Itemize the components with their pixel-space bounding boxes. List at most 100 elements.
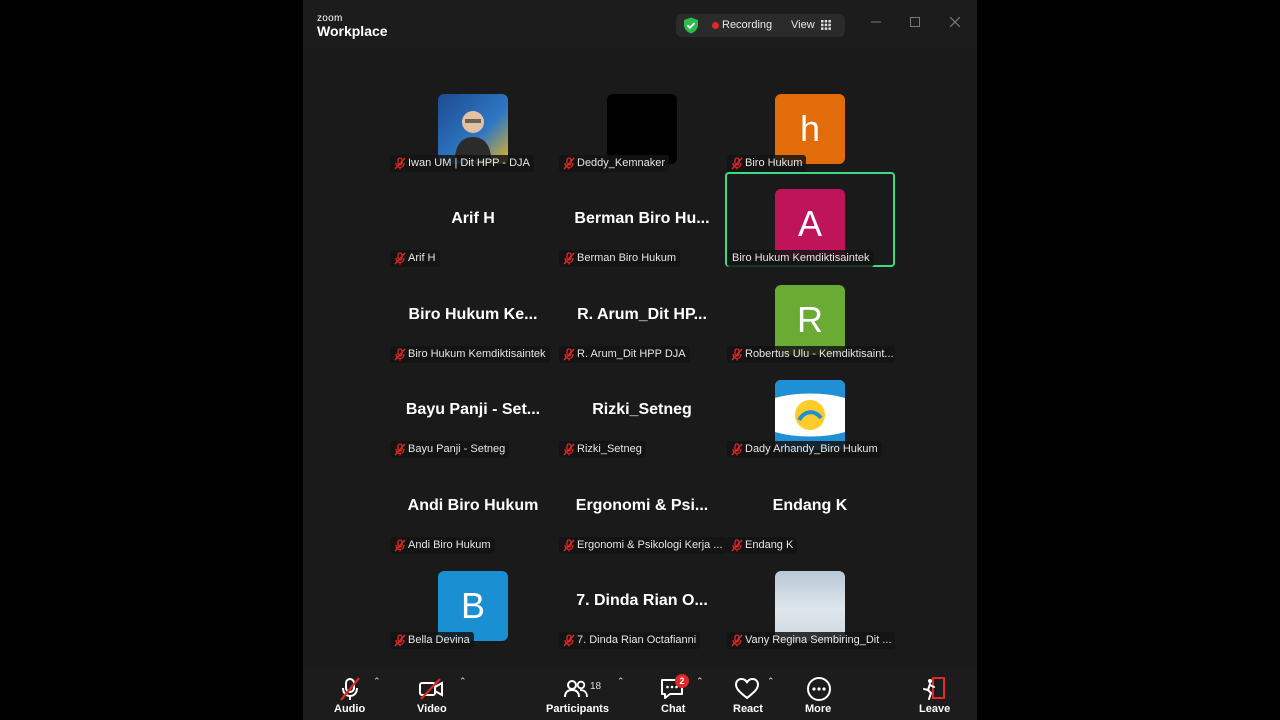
- chat-button[interactable]: 2 Chat: [657, 674, 693, 718]
- participant-name-label: Endang K: [727, 537, 798, 554]
- participant-tile[interactable]: h Biro Hukum: [725, 77, 895, 172]
- video-label: Video: [417, 703, 447, 715]
- participants-label: Participants: [546, 703, 609, 715]
- participant-name: Andi Biro Hukum: [408, 539, 491, 551]
- title-bar: zoom Workplace Recording View: [303, 0, 977, 47]
- leave-button[interactable]: Leave: [917, 674, 951, 718]
- shield-check-icon[interactable]: [683, 17, 699, 34]
- participant-name-label: Iwan UM | Dit HPP - DJA: [390, 155, 534, 172]
- participant-tile[interactable]: A Biro Hukum Kemdiktisaintek: [725, 172, 895, 267]
- participant-tile[interactable]: Dady Arhandy_Biro Hukum: [725, 363, 895, 458]
- participant-name-label: Biro Hukum Kemdiktisaintek: [390, 346, 550, 363]
- participant-photo: [438, 94, 508, 164]
- participant-name-label: Robertus Ulu - Kemdiktisaint...: [727, 346, 895, 363]
- audio-options-caret-icon[interactable]: ⌃: [373, 676, 381, 687]
- microphone-muted-icon: [394, 634, 406, 647]
- participant-tile[interactable]: R Robertus Ulu - Kemdiktisaint...: [725, 268, 895, 363]
- participant-name-label: Biro Hukum Kemdiktisaintek: [727, 250, 874, 267]
- participant-tile[interactable]: Vany Regina Sembiring_Dit ...: [725, 554, 895, 649]
- more-button[interactable]: More: [803, 674, 837, 718]
- microphone-muted-icon: [563, 443, 575, 456]
- grid-icon[interactable]: [821, 20, 831, 30]
- participant-display-name: 7. Dinda Rian O...: [576, 592, 708, 609]
- participant-tile[interactable]: Rizki_Setneg Rizki_Setneg: [557, 363, 727, 458]
- participant-name-label: Vany Regina Sembiring_Dit ...: [727, 632, 895, 649]
- meeting-toolbar: Audio ⌃ Video ⌃ 18 Participants ⌃ 2 Chat…: [303, 668, 977, 720]
- leave-label: Leave: [919, 703, 951, 715]
- participant-tile[interactable]: Biro Hukum Ke... Biro Hukum Kemdiktisaint…: [388, 268, 558, 363]
- participant-name-label: 7. Dinda Rian Octafianni: [559, 632, 701, 649]
- view-button[interactable]: View: [791, 19, 815, 31]
- video-options-caret-icon[interactable]: ⌃: [459, 676, 467, 687]
- participants-count: 18: [590, 681, 602, 692]
- participant-name: Vany Regina Sembiring_Dit ...: [745, 634, 892, 646]
- close-button[interactable]: [944, 12, 966, 34]
- participant-avatar: h: [775, 94, 845, 164]
- participant-name-label: Bella Devina: [390, 632, 474, 649]
- participant-name-label: Dady Arhandy_Biro Hukum: [727, 441, 882, 458]
- participant-name-label: Ergonomi & Psikologi Kerja ...: [559, 537, 727, 554]
- participant-display-name: Biro Hukum Ke...: [408, 306, 538, 323]
- participant-tile[interactable]: Ergonomi & Psi... Ergonomi & Psikologi Ke…: [557, 459, 727, 554]
- participant-display-name: Arif H: [451, 210, 495, 227]
- participant-name: Berman Biro Hukum: [577, 252, 677, 264]
- participant-tile[interactable]: B Bella Devina: [388, 554, 558, 649]
- participant-name: Biro Hukum: [745, 157, 803, 169]
- participant-tile[interactable]: Berman Biro Hu... Berman Biro Hukum: [557, 172, 727, 267]
- participant-name-label: Deddy_Kemnaker: [559, 155, 670, 172]
- participant-tile[interactable]: R. Arum_Dit HP... R. Arum_Dit HPP DJA: [557, 268, 727, 363]
- minimize-button[interactable]: [865, 12, 887, 34]
- participant-display-name: Andi Biro Hukum: [407, 497, 539, 514]
- audio-button[interactable]: Audio: [331, 674, 371, 718]
- participant-logo: [775, 380, 845, 450]
- participant-name: Bayu Panji - Setneg: [408, 443, 506, 455]
- participant-name-label: R. Arum_Dit HPP DJA: [559, 346, 690, 363]
- recording-dot-icon: [712, 22, 719, 29]
- participant-tile[interactable]: Andi Biro Hukum Andi Biro Hukum: [388, 459, 558, 554]
- participant-display-name: R. Arum_Dit HP...: [577, 306, 707, 323]
- participant-display-name: Berman Biro Hu...: [574, 210, 710, 227]
- participant-tile[interactable]: Deddy_Kemnaker: [557, 77, 727, 172]
- participant-name-label: Bayu Panji - Setneg: [390, 441, 510, 458]
- chat-unread-badge: 2: [675, 674, 689, 688]
- meeting-status-pill: Recording View: [676, 14, 845, 37]
- react-options-caret-icon[interactable]: ⌃: [767, 676, 775, 687]
- recording-label[interactable]: Recording: [722, 19, 772, 31]
- participant-display-name: Endang K: [772, 497, 848, 514]
- microphone-muted-icon: [731, 443, 743, 456]
- participant-name: 7. Dinda Rian Octafianni: [577, 634, 697, 646]
- microphone-muted-icon: [563, 348, 575, 361]
- react-button[interactable]: React: [731, 674, 767, 718]
- participant-tile[interactable]: Iwan UM | Dit HPP - DJA: [388, 77, 558, 172]
- microphone-muted-icon: [563, 252, 575, 265]
- person-photo-icon: [455, 111, 491, 160]
- participant-name: Deddy_Kemnaker: [577, 157, 666, 169]
- participant-name-label: Arif H: [390, 250, 440, 267]
- participant-name-label: Biro Hukum: [727, 155, 807, 172]
- maximize-button[interactable]: [904, 12, 926, 34]
- participant-name: Dady Arhandy_Biro Hukum: [745, 443, 878, 455]
- app-logo-workplace: Workplace: [317, 23, 388, 39]
- chat-label: Chat: [661, 703, 686, 715]
- participant-name: Rizki_Setneg: [577, 443, 642, 455]
- video-button[interactable]: Video: [415, 674, 455, 718]
- audio-label: Audio: [334, 703, 366, 715]
- participant-tile[interactable]: Endang K Endang K: [725, 459, 895, 554]
- participants-button[interactable]: 18 Participants: [545, 674, 609, 718]
- participant-tile[interactable]: Arif H Arif H: [388, 172, 558, 267]
- participant-video-black: [607, 94, 677, 164]
- participant-tile[interactable]: Bayu Panji - Set... Bayu Panji - Setneg: [388, 363, 558, 458]
- more-dots-icon: [807, 677, 831, 701]
- participants-options-caret-icon[interactable]: ⌃: [617, 676, 625, 687]
- react-label: React: [733, 703, 763, 715]
- participant-name: R. Arum_Dit HPP DJA: [577, 348, 686, 360]
- participant-avatar: A: [775, 189, 845, 259]
- participant-tile[interactable]: 7. Dinda Rian O... 7. Dinda Rian Octafian…: [557, 554, 727, 649]
- participant-name: Biro Hukum Kemdiktisaintek: [732, 252, 870, 264]
- participant-avatar: B: [438, 571, 508, 641]
- chat-options-caret-icon[interactable]: ⌃: [696, 676, 704, 687]
- microphone-muted-icon: [731, 157, 743, 170]
- heart-icon: [735, 678, 759, 699]
- microphone-muted-icon: [394, 157, 406, 170]
- participant-name: Arif H: [408, 252, 436, 264]
